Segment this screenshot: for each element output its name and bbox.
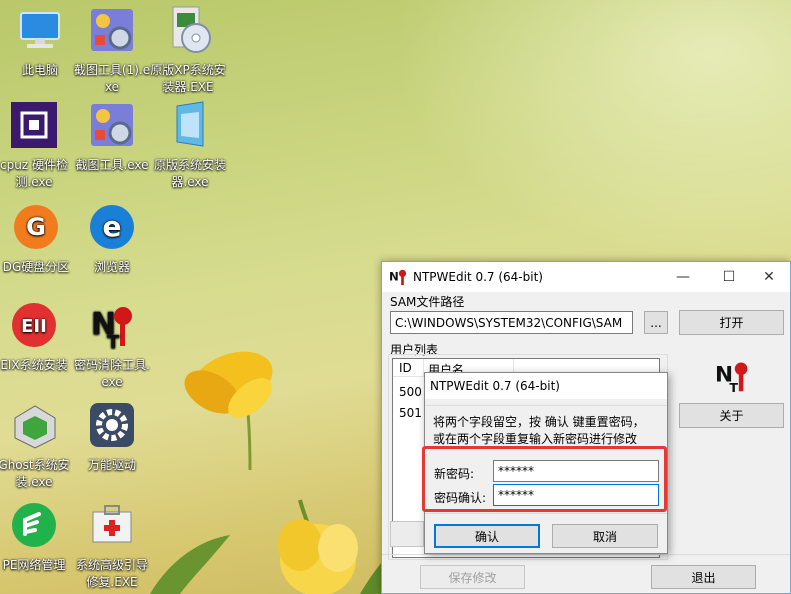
desktop-icon-label: DG硬盘分区 <box>2 260 70 274</box>
highlight-box <box>422 446 667 512</box>
screenshot-tool-icon <box>91 9 133 51</box>
desktop-icon-password-clear[interactable]: N T 密码清除工具.exe <box>72 300 152 391</box>
cancel-button[interactable]: 取消 <box>552 524 658 548</box>
window-titlebar[interactable]: N NTPWEdit 0.7 (64-bit) — ☐ ✕ <box>382 262 790 292</box>
close-button[interactable]: ✕ <box>746 262 791 292</box>
about-button[interactable]: 关于 <box>679 403 784 428</box>
dialog-instruction-line-1: 将两个字段留空，按 确认 键重置密码， <box>433 415 645 429</box>
browse-button[interactable]: ... <box>644 311 668 334</box>
desktop-icon-label: cpuz 硬件检测.exe <box>0 158 68 189</box>
ntpwedit-app-icon: N <box>389 270 407 286</box>
column-header-id[interactable]: ID <box>399 361 412 375</box>
browser-icon: e <box>90 205 134 249</box>
desktop-icon-boot-repair[interactable]: 系统高级引导修复.EXE <box>72 500 152 591</box>
xp-installer-icon <box>172 6 211 53</box>
sam-path-label: SAM文件路径 <box>390 295 465 309</box>
desktop-icon-browser[interactable]: e 浏览器 <box>72 202 152 276</box>
system-installer-icon <box>176 101 204 147</box>
svg-text:EII: EII <box>21 316 47 337</box>
exit-button[interactable]: 退出 <box>651 565 756 589</box>
save-changes-button[interactable]: 保存修改 <box>420 565 525 589</box>
desktop-icon-eix-installer[interactable]: EII EIX系统安装 <box>0 300 74 374</box>
ntpwedit-logo-icon: N T <box>715 362 748 394</box>
svg-text:G: G <box>26 213 46 241</box>
table-row[interactable]: 501 <box>399 406 422 420</box>
desktop-icon-label: Ghost系统安装.exe <box>0 458 70 489</box>
svg-text:e: e <box>103 210 122 243</box>
driver-gear-icon <box>90 403 134 447</box>
boot-repair-icon <box>92 505 132 543</box>
desktop-icon-system-installer[interactable]: 原版系统安装器.exe <box>150 100 230 191</box>
desktop-icon-label: 浏览器 <box>93 260 130 274</box>
desktop-icon-label: 密码清除工具.exe <box>74 358 150 389</box>
svg-text:T: T <box>729 380 738 394</box>
cpuz-icon <box>11 102 57 148</box>
screenshot-tool-icon <box>91 104 133 146</box>
desktop-icon-pe-network[interactable]: PE网络管理 <box>0 500 74 574</box>
dialog-title: NTPWEdit 0.7 (64-bit) <box>430 379 560 393</box>
diskgenius-icon: G <box>14 205 58 249</box>
desktop-icon-screenshot-tool[interactable]: 截图工具.exe <box>72 100 152 174</box>
desktop-icon-this-pc[interactable]: 此电脑 <box>0 5 80 79</box>
desktop-icon-label: PE网络管理 <box>2 558 66 572</box>
dialog-separator <box>425 513 667 514</box>
desktop-icon-label: 截图工具.exe <box>75 158 149 172</box>
svg-text:T: T <box>107 332 120 350</box>
desktop-icon-diskgenius[interactable]: G DG硬盘分区 <box>0 202 76 276</box>
sam-path-input[interactable]: C:\WINDOWS\SYSTEM32\CONFIG\SAM <box>390 311 633 334</box>
pe-network-icon <box>12 503 56 547</box>
password-clear-icon: N T <box>91 307 132 353</box>
ok-button[interactable]: 确认 <box>434 524 540 548</box>
window-title: NTPWEdit 0.7 (64-bit) <box>413 270 543 284</box>
desktop-icon-label: EIX系统安装 <box>0 358 68 372</box>
desktop-icon-label: 万能驱动 <box>87 458 136 472</box>
desktop-icon-cpuz[interactable]: cpuz 硬件检测.exe <box>0 100 74 191</box>
desktop-icon-ghost-installer[interactable]: Ghost系统安装.exe <box>0 400 74 491</box>
dialog-titlebar[interactable]: NTPWEdit 0.7 (64-bit) <box>425 373 667 399</box>
table-row[interactable]: 500 <box>399 385 422 399</box>
ghost-installer-icon <box>14 405 56 449</box>
desktop-icon-driver[interactable]: 万能驱动 <box>72 400 152 474</box>
eix-installer-icon: EII <box>12 303 56 347</box>
minimize-button[interactable]: — <box>660 262 706 292</box>
window-separator <box>382 554 790 555</box>
open-button[interactable]: 打开 <box>679 310 784 335</box>
this-pc-icon <box>20 12 60 48</box>
desktop-icon-label: 系统高级引导修复.EXE <box>75 558 148 589</box>
desktop-icon-screenshot-tool-1[interactable]: 截图工具(1).exe <box>72 5 152 96</box>
desktop-icon-label: 此电脑 <box>21 63 58 77</box>
svg-text:N: N <box>389 270 399 284</box>
change-password-button <box>390 521 424 547</box>
dialog-instruction-line-2: 或在两个字段重复输入新密码进行修改 <box>433 432 638 446</box>
desktop-icon-label: 原版系统安装器.exe <box>153 158 226 189</box>
desktop-icon-xp-installer[interactable]: 原版XP系统安装器.EXE <box>148 5 228 96</box>
desktop-icon-label: 原版XP系统安装器.EXE <box>150 63 226 94</box>
dialog-separator <box>425 405 667 406</box>
desktop-icon-label: 截图工具(1).exe <box>73 63 151 94</box>
